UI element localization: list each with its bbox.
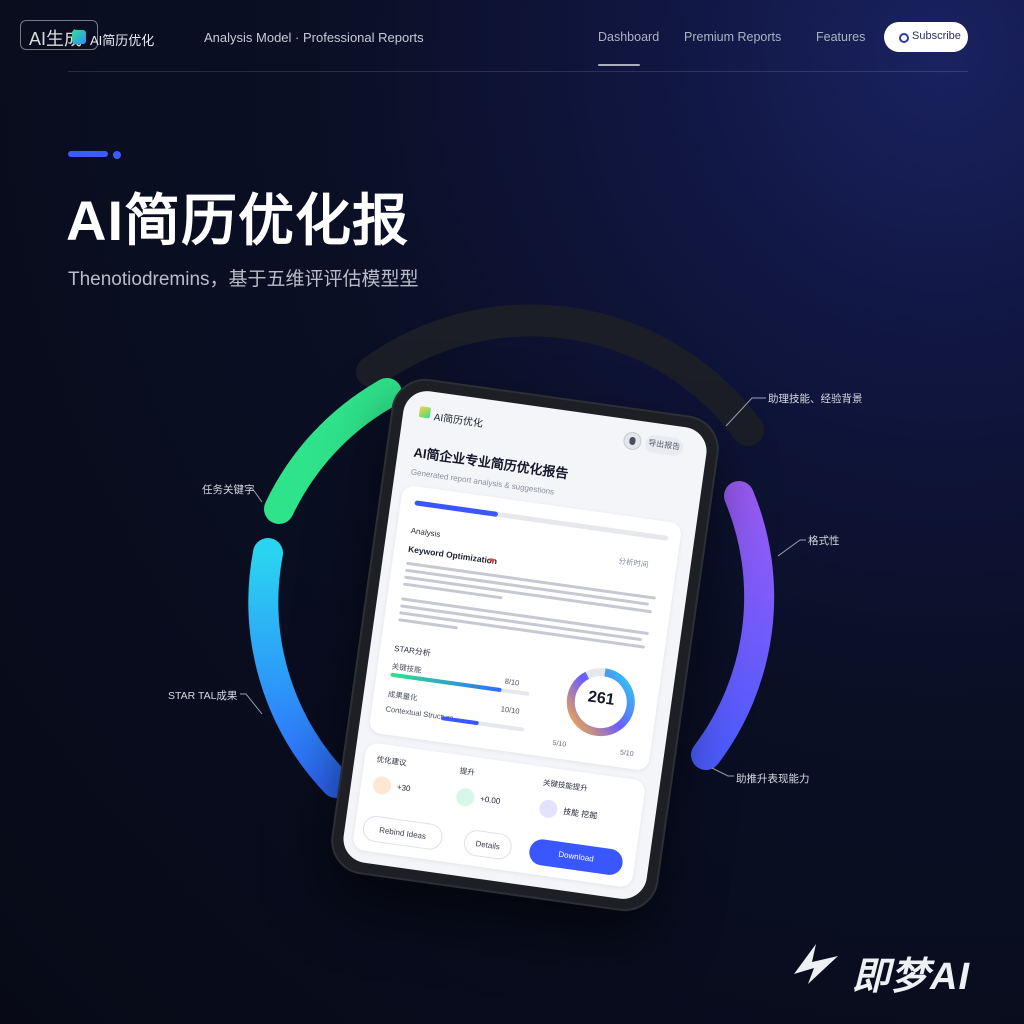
watermark-text: 即梦AI xyxy=(852,956,971,998)
analysis-card: Analysis 分析时间 Keyword Optimization STAR分… xyxy=(368,484,683,772)
improvement-icon xyxy=(455,786,476,808)
suggestion-icon xyxy=(371,775,393,796)
leader-line-left-bottom xyxy=(240,693,263,715)
skill-icon xyxy=(538,798,559,820)
skill-stat: 技能 挖掘 xyxy=(562,806,598,821)
improvement-heading: 提升 xyxy=(459,766,476,778)
skill-improvement-heading: 关键技能提升 xyxy=(542,777,589,794)
leader-line-bottom-right xyxy=(711,767,734,777)
analysis-time-label: 分析时间 xyxy=(618,556,649,570)
tablet-screen: AI简历优化 导出报告 AI简企业专业简历优化报告 Generated repo… xyxy=(340,388,710,902)
metric-bar-fill xyxy=(390,672,502,693)
star-analysis-label: STAR分析 xyxy=(393,643,432,658)
ring-segment-green xyxy=(264,378,402,524)
download-button[interactable]: Download xyxy=(527,837,625,877)
suggestion-stat: +30 xyxy=(396,782,412,794)
details-button[interactable]: Details xyxy=(462,828,514,861)
metric-value: 10/10 xyxy=(500,704,521,716)
leader-line-right-mid xyxy=(777,539,806,557)
user-icon xyxy=(628,436,636,446)
report-progress-fill xyxy=(414,500,499,517)
report-progress-bar xyxy=(414,500,669,541)
app-name: AI简历优化 xyxy=(432,412,484,430)
priority-flag-icon xyxy=(489,558,495,562)
metric-name: 成果量化 xyxy=(387,689,419,703)
export-report-chip[interactable]: 导出报告 xyxy=(644,433,685,457)
metric-value: 8/10 xyxy=(504,676,520,688)
score-foot-right: 5/10 xyxy=(619,749,634,759)
suggestions-heading: 优化建议 xyxy=(376,754,408,768)
metric-bar-fill xyxy=(440,716,479,726)
callout-skills-experience: 助理技能、经验背景 xyxy=(768,393,863,405)
callout-star-results: STAR TAL成果 xyxy=(168,690,238,702)
ring-segment-purple xyxy=(691,481,775,770)
callout-format: 格式性 xyxy=(808,535,840,547)
improvement-stat: +0.00 xyxy=(479,794,501,807)
jimeng-logo-icon xyxy=(794,944,838,984)
avatar[interactable] xyxy=(622,430,643,452)
ring-segment-cyan xyxy=(248,538,351,798)
tablet-device: AI简历优化 导出报告 AI简企业专业简历优化报告 Generated repo… xyxy=(326,374,724,916)
callout-ability-improvement: 助推升表现能力 xyxy=(736,773,810,785)
analysis-section-label: Analysis xyxy=(410,526,441,540)
rebind-ideas-button[interactable]: Rebind Ideas xyxy=(361,814,445,852)
callout-keywords: 任务关键字 xyxy=(202,484,255,496)
metric-bar xyxy=(440,716,525,732)
app-logo-icon xyxy=(418,406,432,419)
score-foot-left: 5/10 xyxy=(552,739,567,749)
